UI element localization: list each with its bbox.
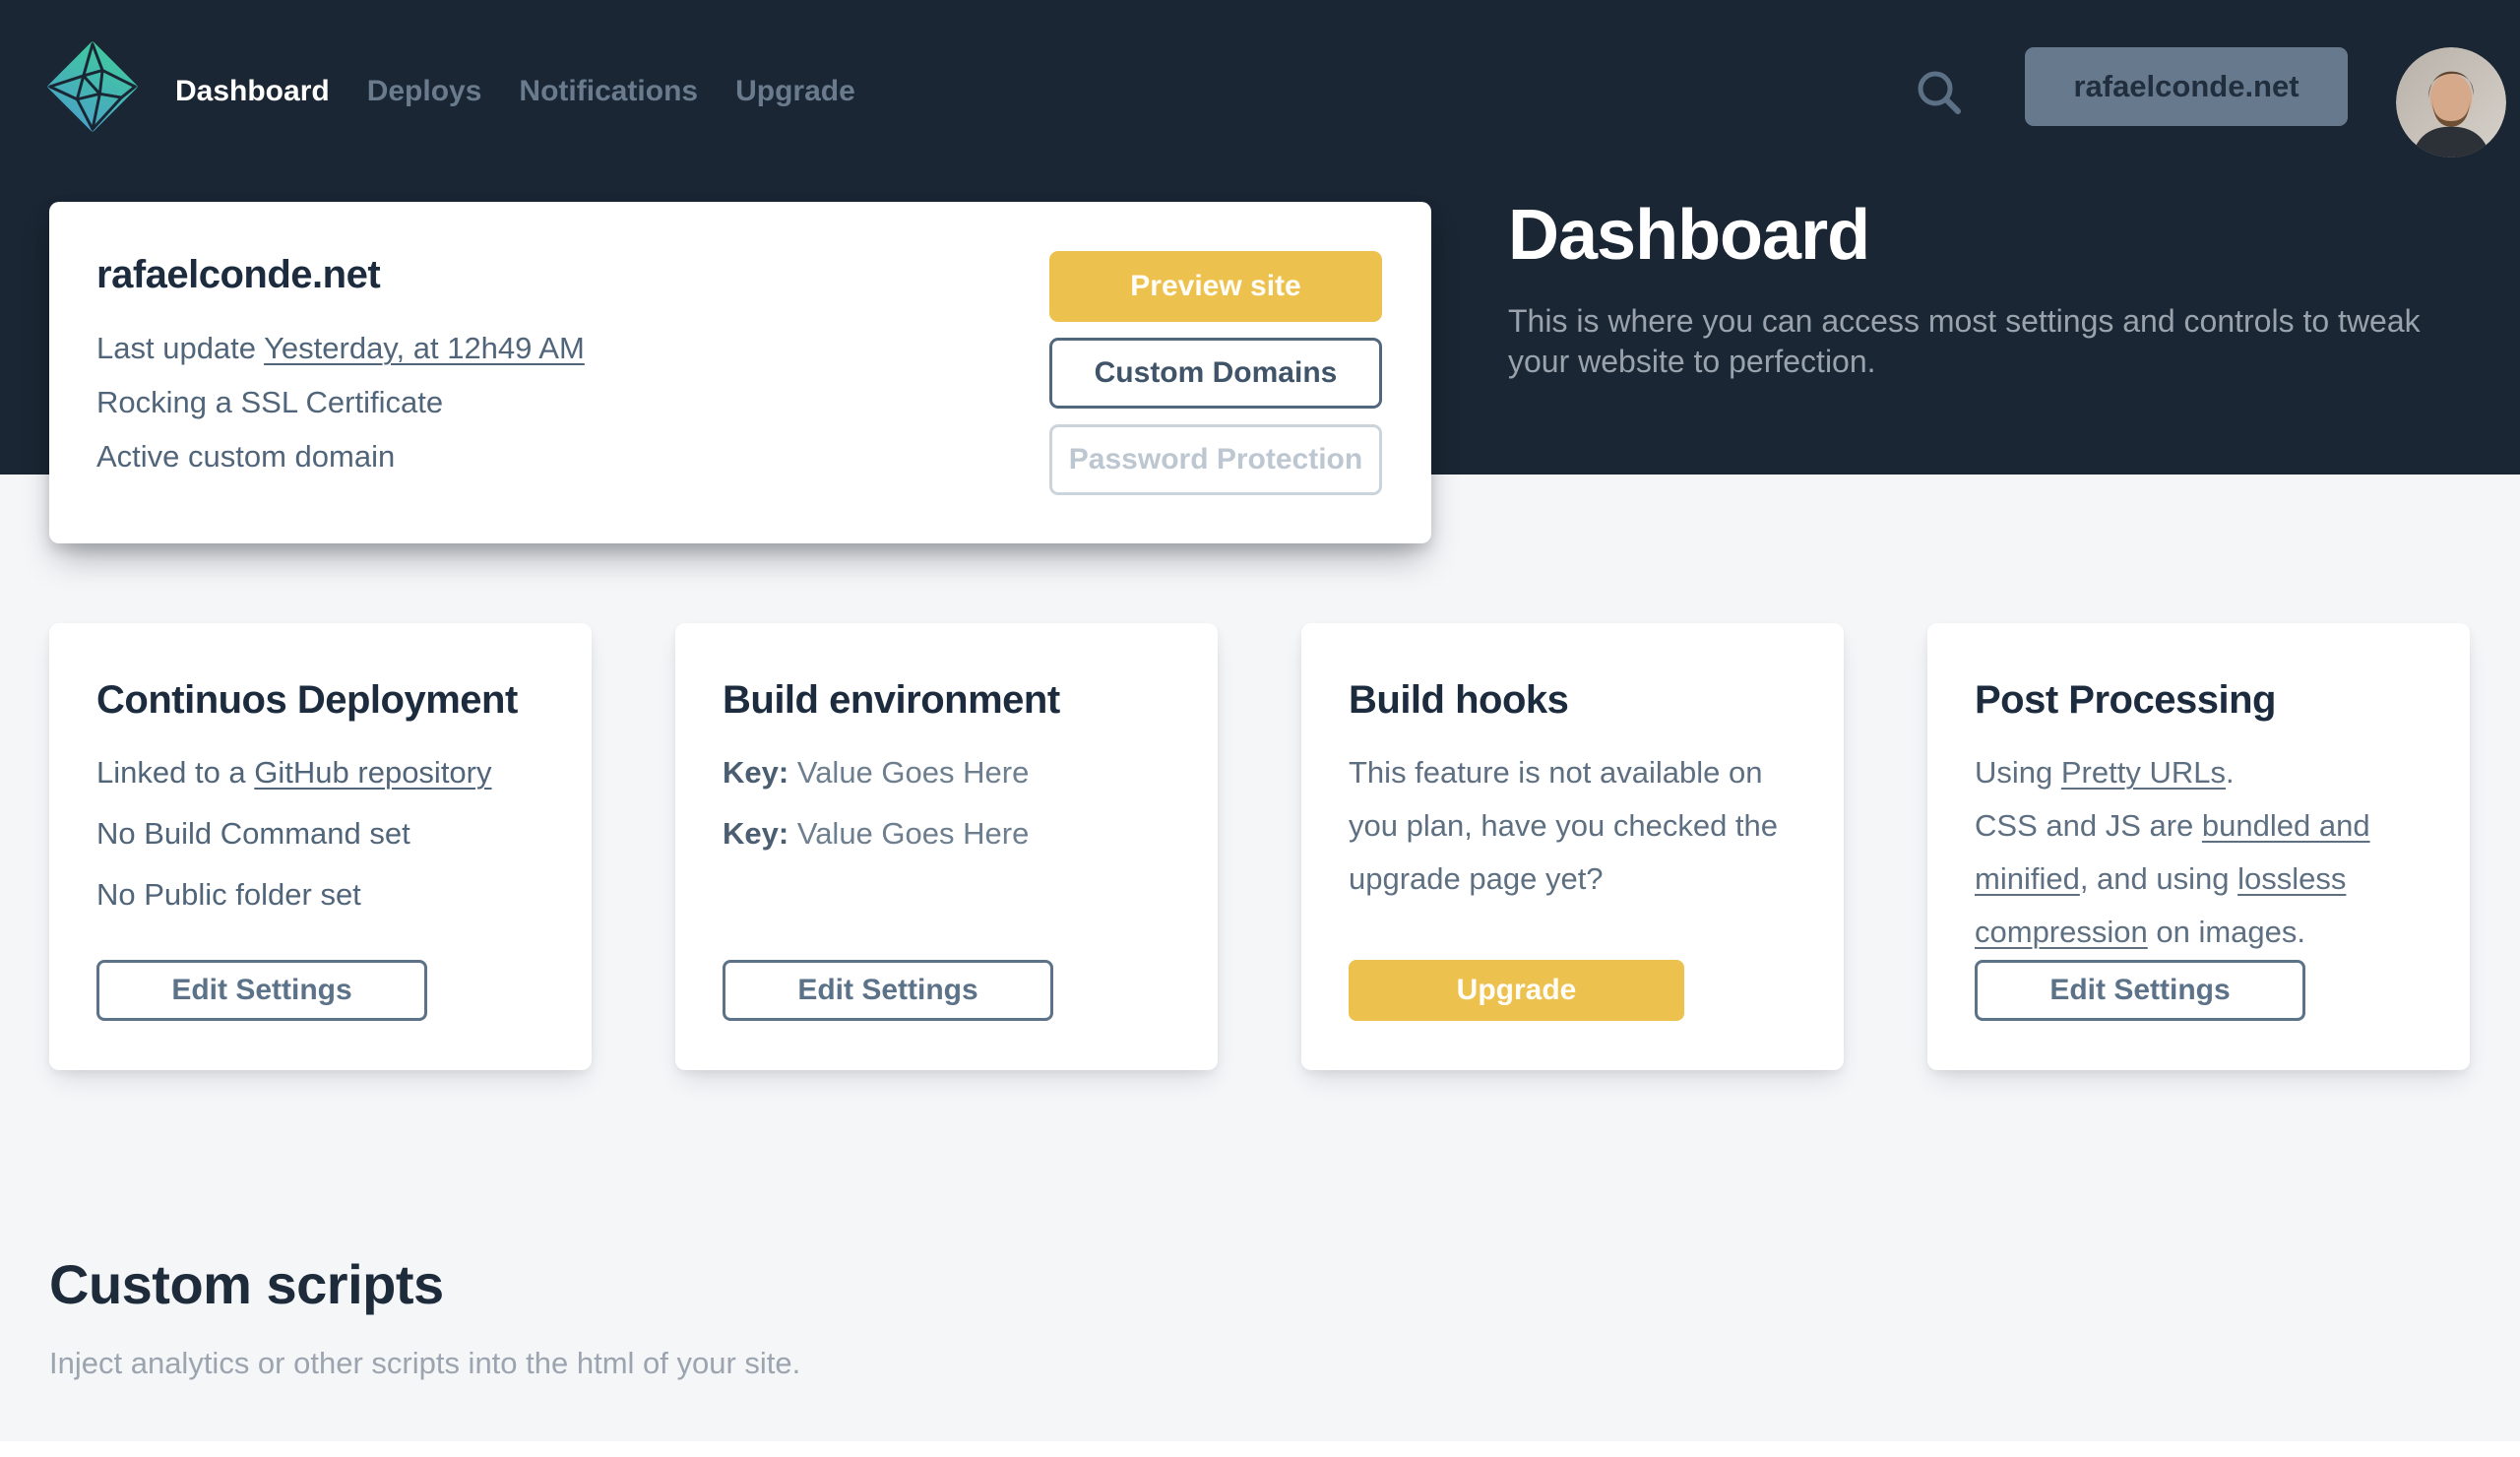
pp-text: on images. <box>2147 915 2306 949</box>
card-title: Continuos Deployment <box>96 678 518 722</box>
env-key: Key: <box>723 755 789 790</box>
env-var-row: Key: Value Goes Here <box>723 807 1170 860</box>
linked-repo-line: Linked to a GitHub repository <box>96 746 544 799</box>
build-hooks-card: Build hooks This feature is not availabl… <box>1301 623 1844 1070</box>
build-command-line: No Build Command set <box>96 816 410 851</box>
pp-text: . <box>2225 755 2235 790</box>
env-key: Key: <box>723 816 789 851</box>
netlify-diamond-icon <box>47 41 138 132</box>
post-processing-description: Using Pretty URLs. CSS and JS are bundle… <box>1975 746 2423 959</box>
nav-item-notifications[interactable]: Notifications <box>519 75 698 108</box>
pp-text: , and using <box>2079 861 2238 896</box>
card-title: Build hooks <box>1349 678 1569 722</box>
preview-site-button[interactable]: Preview site <box>1049 251 1382 322</box>
linked-repo-prefix: Linked to a <box>96 755 255 790</box>
env-var-row: Key: Value Goes Here <box>723 746 1170 799</box>
edit-settings-button[interactable]: Edit Settings <box>96 960 427 1021</box>
last-update-prefix: Last update <box>96 331 265 365</box>
last-update-link[interactable]: Yesterday, at 12h49 AM <box>264 331 585 365</box>
site-summary-card: rafaelconde.net Last update Yesterday, a… <box>49 202 1431 543</box>
dashboard-page: Dashboard Deploys Notifications Upgrade … <box>0 0 2520 1457</box>
nav-item-upgrade[interactable]: Upgrade <box>735 75 855 108</box>
pp-text: CSS and JS are <box>1975 808 2202 843</box>
build-environment-card: Build environment Key: Value Goes Here K… <box>675 623 1218 1070</box>
page-title: Dashboard <box>1508 196 1870 275</box>
custom-scripts-panel-edge <box>0 1441 2520 1457</box>
env-value: Value Goes Here <box>788 816 1030 851</box>
post-processing-card: Post Processing Using Pretty URLs. CSS a… <box>1927 623 2470 1070</box>
custom-scripts-section: Custom scripts Inject analytics or other… <box>49 1252 800 1381</box>
custom-scripts-title: Custom scripts <box>49 1253 444 1315</box>
site-card-actions: Preview site Custom Domains Password Pro… <box>1049 251 1382 495</box>
avatar[interactable] <box>2396 47 2506 158</box>
custom-scripts-subtitle: Inject analytics or other scripts into t… <box>49 1346 801 1380</box>
public-folder-line: No Public folder set <box>96 877 361 912</box>
password-protection-button[interactable]: Password Protection <box>1049 424 1382 495</box>
continuous-deployment-card: Continuos Deployment Linked to a GitHub … <box>49 623 592 1070</box>
custom-domains-button[interactable]: Custom Domains <box>1049 338 1382 409</box>
build-hooks-description: This feature is not available on you pla… <box>1349 755 1779 896</box>
nav-item-dashboard[interactable]: Dashboard <box>175 75 330 108</box>
page-subtitle: This is where you can access most settin… <box>1508 303 2421 379</box>
github-repository-link[interactable]: GitHub repository <box>254 755 491 790</box>
page-header: Dashboard This is where you can access m… <box>1508 195 2453 382</box>
user-portrait <box>2396 47 2506 158</box>
search-icon[interactable] <box>1912 65 1967 120</box>
nav-item-deploys[interactable]: Deploys <box>367 75 482 108</box>
upgrade-button[interactable]: Upgrade <box>1349 960 1684 1021</box>
pretty-urls-link[interactable]: Pretty URLs <box>2061 755 2226 790</box>
card-title: Post Processing <box>1975 678 2276 722</box>
site-selector-button[interactable]: rafaelconde.net <box>2025 47 2348 126</box>
edit-settings-button[interactable]: Edit Settings <box>1975 960 2305 1021</box>
env-value: Value Goes Here <box>788 755 1030 790</box>
card-title: Build environment <box>723 678 1060 722</box>
primary-nav: Dashboard Deploys Notifications Upgrade <box>175 75 855 108</box>
edit-settings-button[interactable]: Edit Settings <box>723 960 1053 1021</box>
netlify-logo[interactable] <box>47 41 138 132</box>
pp-text: Using <box>1975 755 2061 790</box>
